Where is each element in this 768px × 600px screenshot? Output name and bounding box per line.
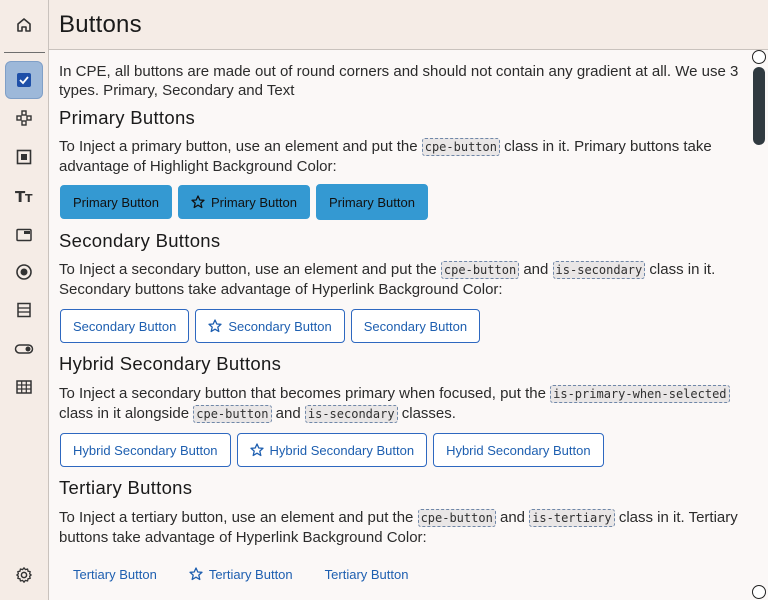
secondary-button-row: Secondary Button Secondary Button Second…	[60, 309, 481, 343]
code-cpe-button: cpe-button	[193, 405, 272, 423]
tertiary-description: To Inject a tertiary button, use an elem…	[59, 508, 739, 547]
radio-icon[interactable]	[5, 253, 43, 291]
code-is-tertiary: is-tertiary	[529, 509, 615, 527]
code-cpe-button: cpe-button	[417, 509, 496, 527]
star-icon	[249, 443, 264, 457]
button-label: Secondary Button	[363, 318, 468, 334]
primary-button-focused[interactable]: Primary Button	[315, 184, 428, 220]
button-label: Primary Button	[328, 194, 415, 210]
scroll-thumb[interactable]	[753, 67, 765, 145]
sidebar-divider	[4, 52, 45, 53]
tertiary-heading: Tertiary Buttons	[59, 477, 193, 498]
code-cpe-button: cpe-button	[421, 138, 500, 156]
secondary-button-with-icon[interactable]: Secondary Button	[195, 309, 345, 343]
secondary-button[interactable]: Secondary Button	[60, 309, 190, 343]
tertiary-text-b: and	[495, 509, 530, 526]
button-label: Tertiary Button	[208, 566, 293, 582]
secondary-text-b: and	[519, 261, 553, 278]
hybrid-text-b: class in it alongside	[59, 405, 194, 422]
code-is-secondary: is-secondary	[304, 405, 398, 423]
button-label: Primary Button	[73, 194, 159, 210]
code-is-primary-when-selected: is-primary-when-selected	[550, 385, 730, 403]
hybrid-button-row: Hybrid Secondary Button Hybrid Secondary…	[60, 433, 604, 467]
text-size-icon[interactable]: TT	[5, 177, 43, 215]
hybrid-text-d: classes.	[397, 405, 456, 422]
list-icon[interactable]	[5, 291, 43, 329]
button-label: Secondary Button	[228, 318, 332, 334]
hybrid-secondary-button-with-icon[interactable]: Hybrid Secondary Button	[236, 433, 428, 467]
code-is-secondary: is-secondary	[552, 261, 646, 279]
tertiary-text-a: To Inject a tertiary button, use an elem…	[59, 509, 418, 526]
checkbox-icon[interactable]	[5, 61, 43, 99]
scroll-down-button[interactable]	[752, 585, 766, 599]
vertical-scrollbar[interactable]	[751, 50, 768, 600]
tertiary-button[interactable]: Tertiary Button	[60, 557, 170, 591]
primary-text-a: To Inject a primary button, use an eleme…	[59, 138, 422, 155]
scroll-up-button[interactable]	[752, 50, 766, 64]
table-icon[interactable]	[5, 368, 43, 406]
tertiary-button-with-icon[interactable]: Tertiary Button	[176, 557, 306, 591]
button-label: Tertiary Button	[73, 566, 157, 582]
gear-icon[interactable]	[5, 556, 43, 594]
primary-heading: Primary Buttons	[59, 107, 196, 128]
primary-button-with-icon[interactable]: Primary Button	[177, 185, 310, 219]
hybrid-text-a: To Inject a secondary button that become…	[59, 385, 551, 402]
toggle-icon[interactable]	[5, 330, 43, 368]
header: Buttons	[49, 0, 768, 50]
tertiary-button-row: Tertiary Button Tertiary Button Tertiary…	[60, 557, 421, 591]
button-label: Hybrid Secondary Button	[446, 442, 591, 458]
page-title: Buttons	[59, 11, 142, 38]
intro-text: In CPE, all buttons are made out of roun…	[59, 63, 739, 99]
secondary-description: To Inject a secondary button, use an ele…	[59, 260, 739, 299]
hybrid-heading: Hybrid Secondary Buttons	[59, 353, 282, 374]
primary-button-row: Primary Button Primary Button Primary Bu…	[60, 184, 428, 220]
primary-button[interactable]: Primary Button	[60, 185, 172, 219]
window-icon[interactable]	[5, 216, 43, 254]
star-icon	[191, 195, 205, 209]
sidebar: TT	[0, 0, 49, 600]
star-icon	[189, 567, 203, 581]
secondary-heading: Secondary Buttons	[59, 230, 221, 251]
button-label: Primary Button	[210, 194, 297, 210]
button-label: Hybrid Secondary Button	[73, 442, 218, 458]
hybrid-secondary-button[interactable]: Hybrid Secondary Button	[60, 433, 231, 467]
button-label: Secondary Button	[73, 318, 177, 334]
hybrid-text-c: and	[271, 405, 305, 422]
code-cpe-button: cpe-button	[440, 261, 520, 279]
button-label: Hybrid Secondary Button	[269, 442, 415, 458]
button-label: Tertiary Button	[324, 566, 409, 582]
secondary-text-a: To Inject a secondary button, use an ele…	[59, 261, 441, 278]
svg-text:T: T	[25, 192, 33, 205]
nodes-icon[interactable]	[5, 99, 43, 137]
secondary-button-focused[interactable]: Secondary Button	[350, 309, 481, 343]
tertiary-button-focused[interactable]: Tertiary Button	[312, 557, 422, 591]
primary-description: To Inject a primary button, use an eleme…	[59, 137, 739, 176]
hybrid-description: To Inject a secondary button that become…	[59, 384, 739, 424]
square-icon[interactable]	[5, 138, 43, 176]
hybrid-secondary-button-focused[interactable]: Hybrid Secondary Button	[433, 433, 604, 467]
home-icon[interactable]	[5, 6, 43, 44]
star-icon	[208, 319, 223, 333]
